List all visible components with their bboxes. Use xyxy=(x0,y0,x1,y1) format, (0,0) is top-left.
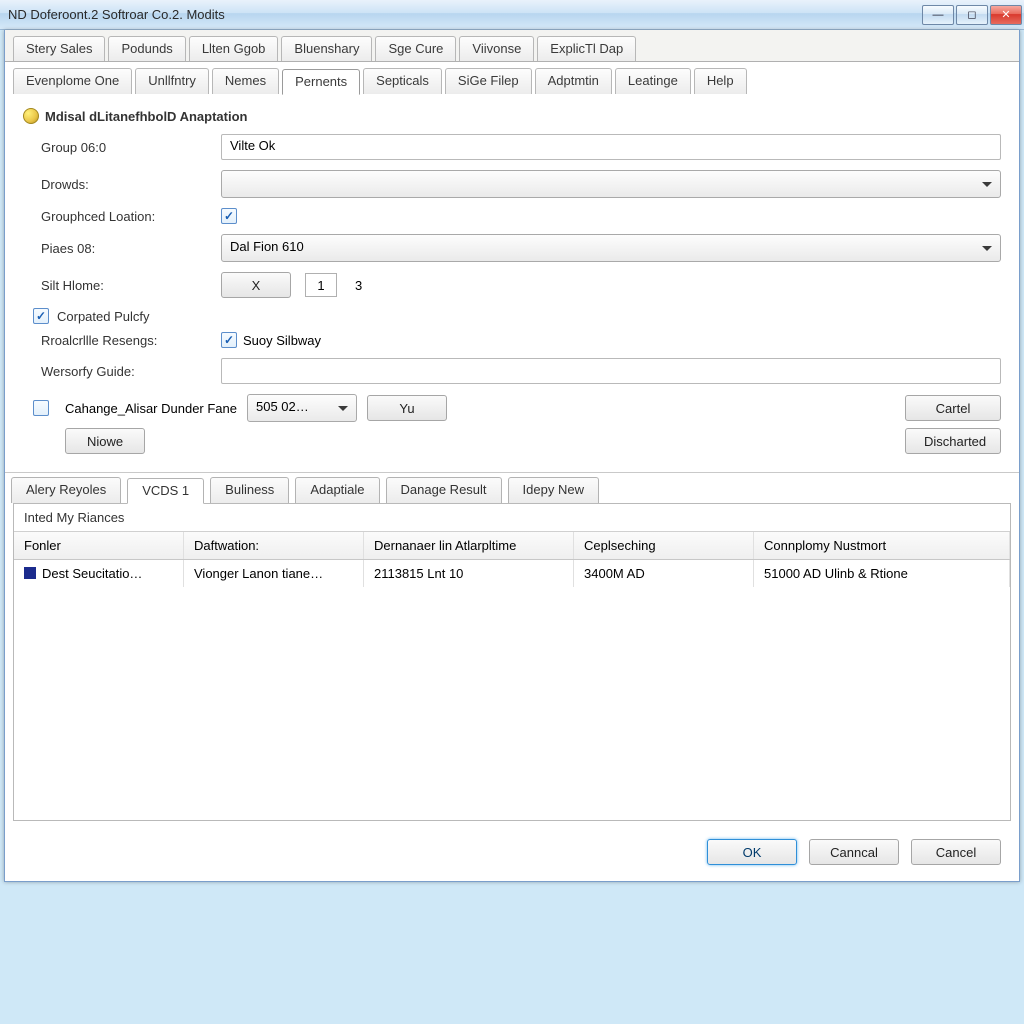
sub-tabs: Alery ReyolesVCDS 1BulinessAdaptiale Dana… xyxy=(5,472,1019,503)
toolbar-tabs: Stery SalesPodundsLlten GgobBluensharySg… xyxy=(5,30,1019,62)
table-cell: Dest Seucitatio… xyxy=(14,560,184,587)
canncal-button[interactable]: Canncal xyxy=(809,839,899,865)
tab-stery-sales[interactable]: Stery Sales xyxy=(13,36,105,61)
tab-sige-filep[interactable]: SiGe Filep xyxy=(445,68,532,94)
tab-septicals[interactable]: Septicals xyxy=(363,68,442,94)
info-icon xyxy=(23,108,39,124)
yu-button[interactable]: Yu xyxy=(367,395,447,421)
tab-podunds[interactable]: Podunds xyxy=(108,36,185,61)
cahange-label: Cahange_Alisar Dunder Fane xyxy=(65,401,237,416)
tab-idepy-new[interactable]: Idepy New xyxy=(508,477,599,503)
tab-sge-cure[interactable]: Sge Cure xyxy=(375,36,456,61)
cahange-combo[interactable]: 505 02… xyxy=(247,394,357,422)
group-input[interactable]: Vilte Ok xyxy=(221,134,1001,160)
maximize-button[interactable]: ◻ xyxy=(956,5,988,25)
corpated-label: Corpated Pulcfy xyxy=(57,309,150,324)
window-title: ND Doferoont.2 Softroar Co.2. Modits xyxy=(8,7,922,22)
col-header[interactable]: Connplomy Nustmort xyxy=(754,532,1010,559)
table-cell: 51000 AD Ulinb & Rtione xyxy=(754,560,1010,587)
window-buttons: — ◻ ✕ xyxy=(922,5,1022,25)
minimize-button[interactable]: — xyxy=(922,5,954,25)
wersorfy-input[interactable] xyxy=(221,358,1001,384)
table-cell: Vionger Lanon tiane… xyxy=(184,560,364,587)
table-header: FonlerDaftwation:Dernanaer lin Atlarplti… xyxy=(14,532,1010,560)
grouphced-label: Grouphced Loation: xyxy=(41,209,221,224)
action-row-2: Niowe Discharted xyxy=(33,428,1001,454)
corpated-row: Corpated Pulcfy xyxy=(33,308,1001,324)
close-button[interactable]: ✕ xyxy=(990,5,1022,25)
tab-leatinge[interactable]: Leatinge xyxy=(615,68,691,94)
tab-adptmtin[interactable]: Adptmtin xyxy=(535,68,612,94)
tab-pernents[interactable]: Pernents xyxy=(282,69,360,95)
wersorfy-label: Wersorfy Guide: xyxy=(41,364,221,379)
main-tabs: Evenplome OneUnllfntryNemesPernentsSepti… xyxy=(5,62,1019,94)
group-label: Group 06:0 xyxy=(41,140,221,155)
silhome-x-button[interactable]: X xyxy=(221,272,291,298)
piaes-label: Piaes 08: xyxy=(41,241,221,256)
table-row[interactable]: Dest Seucitatio…Vionger Lanon tiane…2113… xyxy=(14,560,1010,587)
tab-vcds-1[interactable]: VCDS 1 xyxy=(127,478,204,504)
action-row: Cahange_Alisar Dunder Fane 505 02… Yu Ca… xyxy=(33,394,1001,422)
dialog-buttons: OK Canncal Cancel xyxy=(5,829,1019,881)
col-header[interactable]: Daftwation: xyxy=(184,532,364,559)
section-header: Mdisal dLitanefhbolD Anaptation xyxy=(23,108,1001,124)
discharted-button[interactable]: Discharted xyxy=(905,428,1001,454)
grouphced-checkbox[interactable] xyxy=(221,208,237,224)
tab-explictl-dap[interactable]: ExplicTl Dap xyxy=(537,36,636,61)
drowds-combo[interactable] xyxy=(221,170,1001,198)
cartel-button[interactable]: Cartel xyxy=(905,395,1001,421)
tab-danage-result[interactable]: Danage Result xyxy=(386,477,502,503)
tab-alery-reyoles[interactable]: Alery Reyoles xyxy=(11,477,121,503)
suoy-label: Suoy Silbway xyxy=(243,333,321,348)
ok-button[interactable]: OK xyxy=(707,839,797,865)
col-header[interactable]: Ceplseching xyxy=(574,532,754,559)
tab-viivonse[interactable]: Viivonse xyxy=(459,36,534,61)
table-body: Dest Seucitatio…Vionger Lanon tiane…2113… xyxy=(14,560,1010,820)
main-window: Stery SalesPodundsLlten GgobBluensharySg… xyxy=(4,30,1020,882)
silhome-1-input[interactable] xyxy=(305,273,337,297)
table-cell: 3400M AD xyxy=(574,560,754,587)
col-header[interactable]: Dernanaer lin Atlarpltime xyxy=(364,532,574,559)
table-box: Inted My Riances FonlerDaftwation:Dernan… xyxy=(13,503,1011,821)
niowe-button[interactable]: Niowe xyxy=(65,428,145,454)
tab-buliness[interactable]: Buliness xyxy=(210,477,289,503)
table-cell: 2113815 Lnt 10 xyxy=(364,560,574,587)
silhome-3-text: 3 xyxy=(355,278,362,293)
tab-evenplome-one[interactable]: Evenplome One xyxy=(13,68,132,94)
corpated-checkbox[interactable] xyxy=(33,308,49,324)
cahange-checkbox[interactable] xyxy=(33,400,49,416)
rroalcr-label: Rroalcrllle Resengs: xyxy=(41,333,221,348)
table-title: Inted My Riances xyxy=(14,504,1010,532)
tab-unllfntry[interactable]: Unllfntry xyxy=(135,68,209,94)
piaes-combo[interactable]: Dal Fion 610 xyxy=(221,234,1001,262)
tab-nemes[interactable]: Nemes xyxy=(212,68,279,94)
cancel-button[interactable]: Cancel xyxy=(911,839,1001,865)
section-title: Mdisal dLitanefhbolD Anaptation xyxy=(45,109,247,124)
form-panel: Mdisal dLitanefhbolD Anaptation Group 06… xyxy=(5,94,1019,472)
drowds-label: Drowds: xyxy=(41,177,221,192)
col-header[interactable]: Fonler xyxy=(14,532,184,559)
titlebar: ND Doferoont.2 Softroar Co.2. Modits — ◻… xyxy=(0,0,1024,30)
tab-adaptiale[interactable]: Adaptiale xyxy=(295,477,379,503)
row-marker-icon xyxy=(24,567,36,579)
tab-help[interactable]: Help xyxy=(694,68,747,94)
silhome-label: Silt Hlome: xyxy=(41,278,221,293)
tab-llten-ggob[interactable]: Llten Ggob xyxy=(189,36,279,61)
suoy-checkbox[interactable] xyxy=(221,332,237,348)
tab-bluenshary[interactable]: Bluenshary xyxy=(281,36,372,61)
